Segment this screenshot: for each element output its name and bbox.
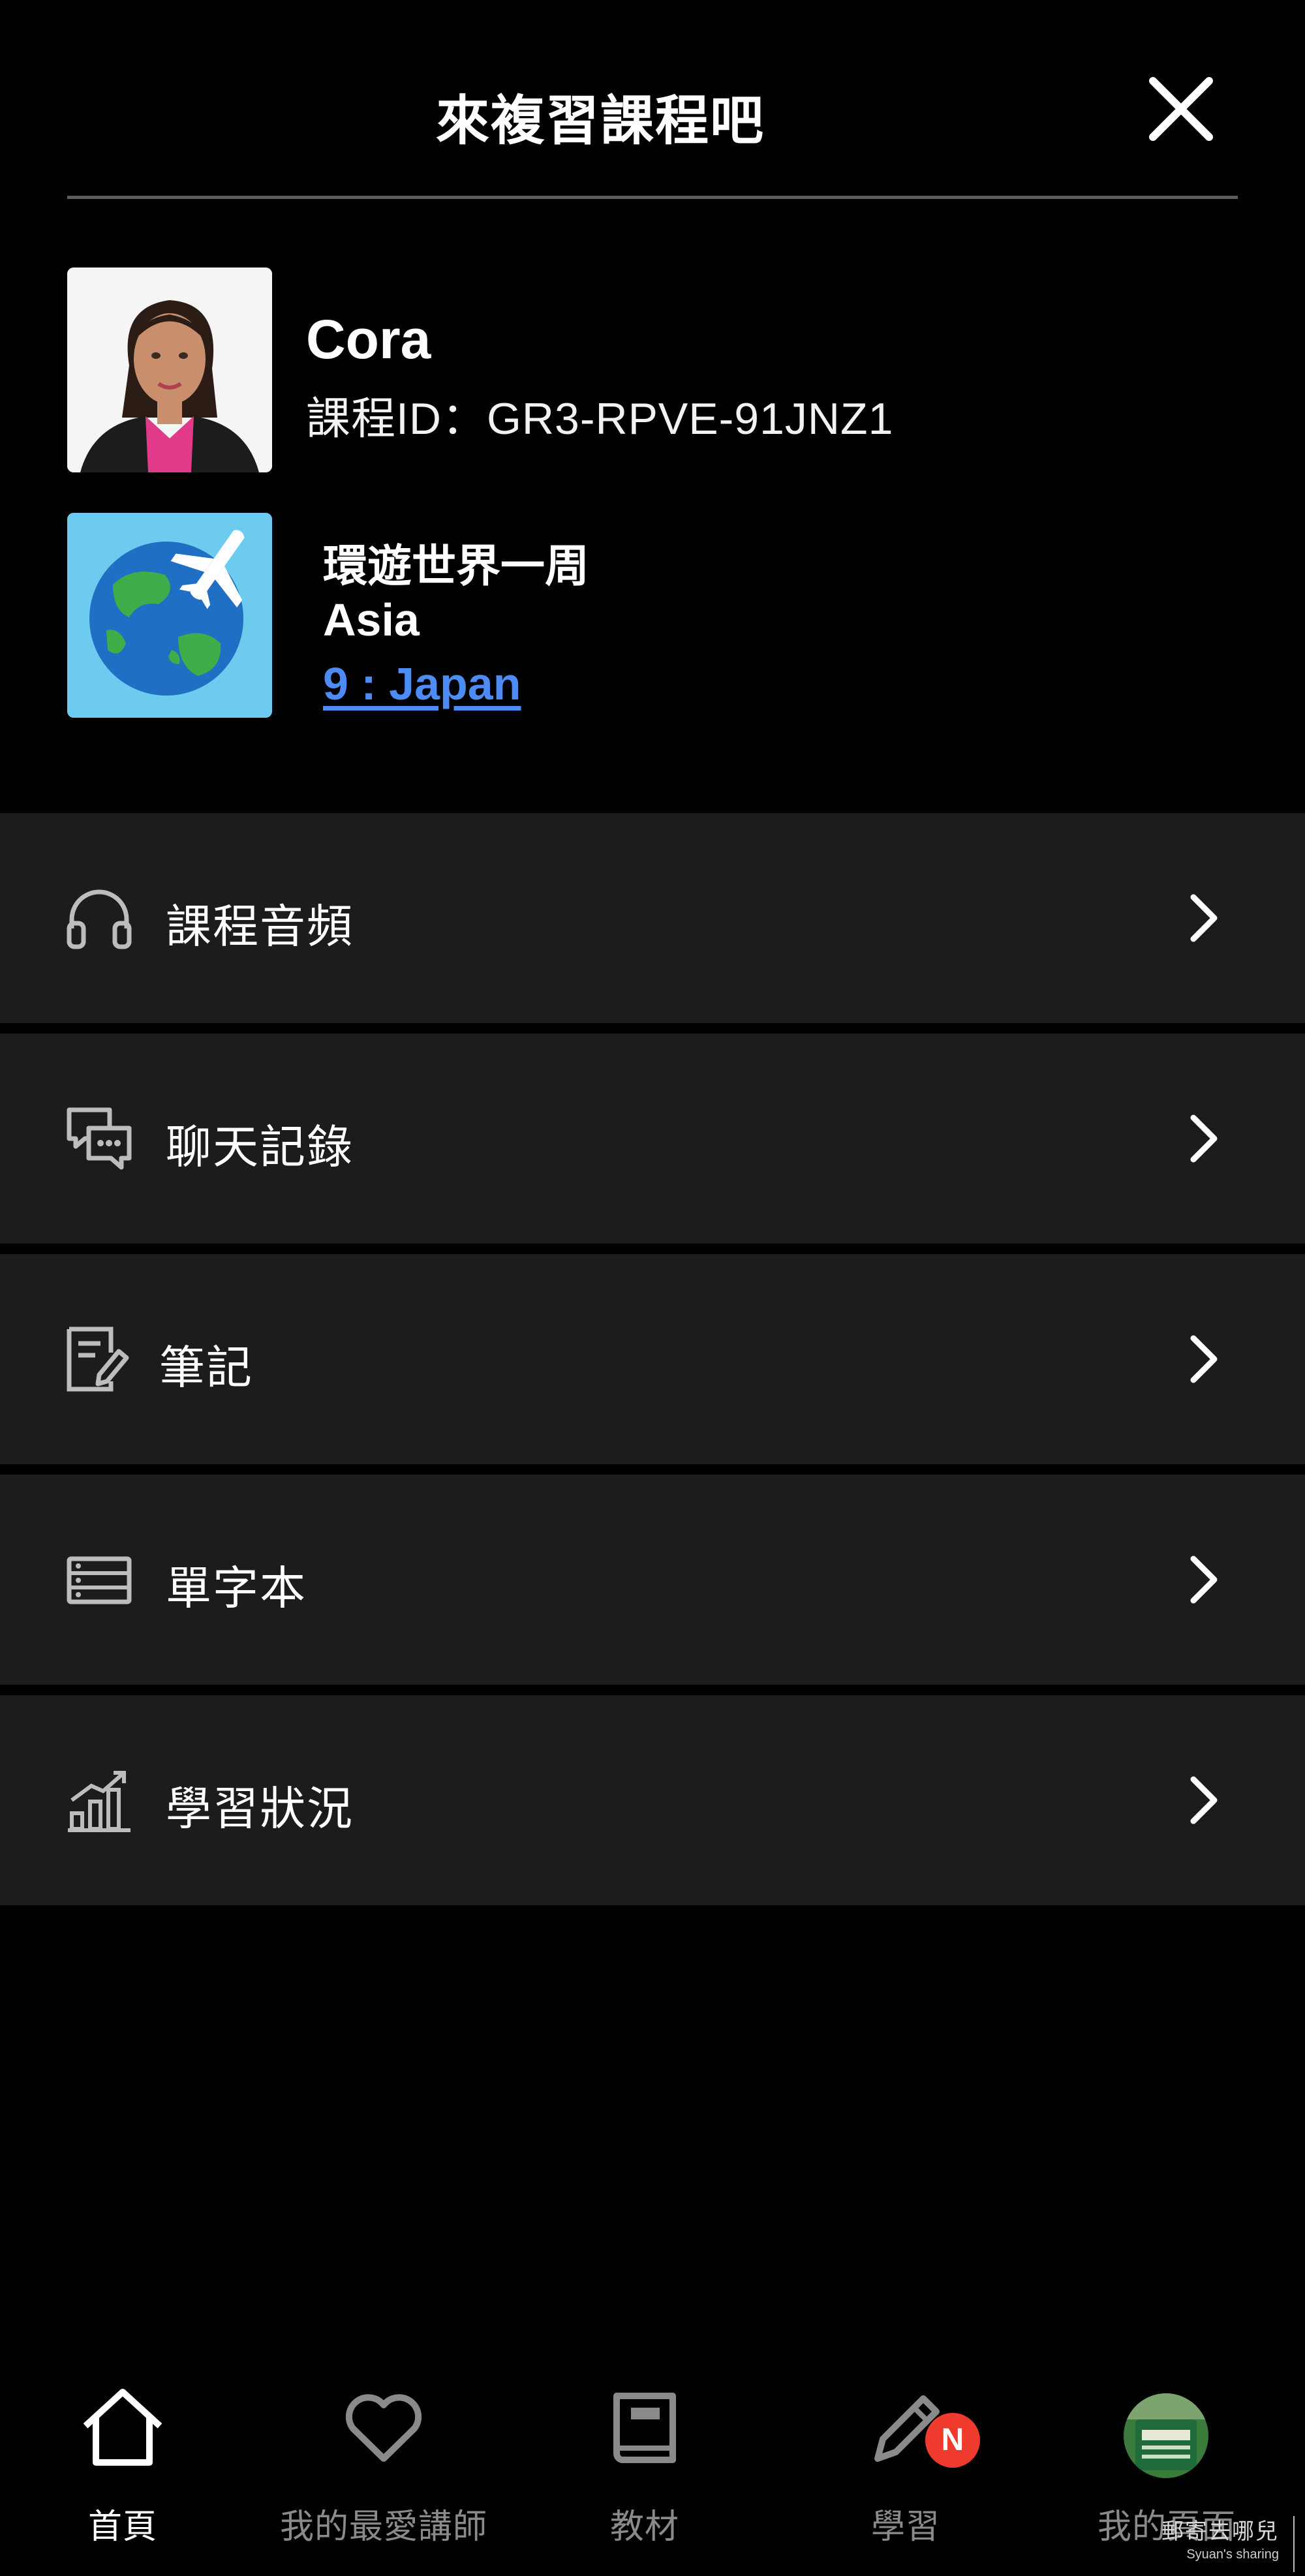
course-lesson-link[interactable]: 9 : Japan — [323, 658, 521, 710]
teacher-card: Cora 課程ID：GR3-RPVE-91JNZ1 — [67, 268, 1238, 474]
vocabulary-list-icon — [67, 1556, 132, 1604]
menu-item-chat-history[interactable]: 聊天記錄 — [0, 1034, 1305, 1244]
course-card: 環遊世界一周 Asia 9 : Japan — [67, 513, 1238, 719]
close-button[interactable] — [1145, 73, 1217, 145]
watermark: 郵寄去哪兒 Syuan's sharing — [1150, 2513, 1305, 2576]
watermark-title: 郵寄去哪兒 — [1161, 2519, 1279, 2544]
tab-label: 教材 — [609, 2508, 679, 2546]
tab-materials[interactable]: 教材 — [514, 2361, 775, 2576]
teacher-name: Cora — [306, 309, 431, 370]
bottom-tab-bar: 首頁 我的最愛講師 教材 學習 N 我的頁面 — [0, 2361, 1305, 2576]
course-region: Asia — [323, 594, 420, 645]
menu-label: 學習狀況 — [166, 1783, 354, 1834]
header: 來複習課程吧 — [0, 0, 1305, 200]
profile-avatar[interactable] — [1124, 2393, 1208, 2478]
tab-label: 我的最愛講師 — [279, 2508, 487, 2546]
notification-badge: N — [925, 2413, 980, 2468]
menu-item-vocabulary[interactable]: 單字本 — [0, 1475, 1305, 1685]
menu-label: 筆記 — [159, 1342, 253, 1393]
chevron-right-icon — [1190, 1776, 1218, 1824]
heart-icon — [345, 2394, 422, 2462]
tab-label: 學習 — [870, 2508, 940, 2546]
chevron-right-icon — [1190, 1114, 1218, 1163]
chevron-right-icon — [1190, 1335, 1218, 1383]
tab-home[interactable]: 首頁 — [0, 2361, 253, 2576]
teacher-avatar[interactable] — [67, 268, 272, 472]
watermark-divider — [1293, 2516, 1295, 2572]
page-title: 來複習課程吧 — [435, 91, 765, 151]
header-divider — [67, 196, 1238, 199]
review-menu: 課程音頻 聊天記錄 筆記 單字本 學習狀況 — [0, 813, 1305, 1916]
chat-bubbles-icon — [67, 1107, 132, 1170]
watermark-subtitle: Syuan's sharing — [1186, 2547, 1279, 2562]
close-icon[interactable] — [1145, 73, 1217, 145]
chevron-right-icon — [1190, 1556, 1218, 1604]
globe-airplane-icon — [67, 513, 272, 718]
home-icon — [83, 2389, 162, 2466]
headphones-icon — [67, 889, 132, 949]
menu-item-course-audio[interactable]: 課程音頻 — [0, 813, 1305, 1023]
tab-label: 首頁 — [87, 2508, 157, 2546]
course-id: 課程ID：GR3-RPVE-91JNZ1 — [306, 394, 894, 444]
tab-favorite-teachers[interactable]: 我的最愛講師 — [253, 2361, 514, 2576]
tab-learning[interactable]: 學習 — [775, 2361, 1036, 2576]
menu-label: 單字本 — [166, 1563, 307, 1614]
menu-label: 課程音頻 — [166, 901, 354, 952]
bar-chart-growth-icon — [68, 1771, 130, 1832]
menu-label: 聊天記錄 — [166, 1122, 354, 1173]
book-icon — [613, 2393, 676, 2463]
course-series: 環遊世界一周 — [323, 542, 590, 591]
menu-item-notes[interactable]: 筆記 — [0, 1254, 1305, 1464]
menu-item-learning-status[interactable]: 學習狀況 — [0, 1695, 1305, 1905]
notes-icon — [67, 1326, 129, 1392]
chevron-right-icon — [1190, 894, 1218, 942]
